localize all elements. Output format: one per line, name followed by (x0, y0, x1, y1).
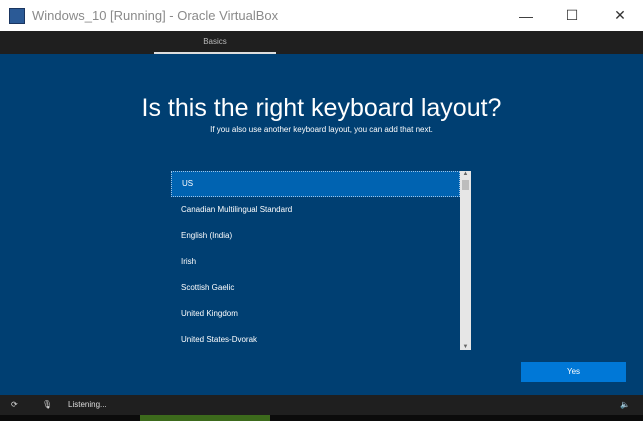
ease-of-access-icon[interactable]: ⟳ (11, 400, 18, 409)
list-item[interactable]: English (India) (171, 223, 460, 249)
close-button[interactable]: ✕ (597, 0, 643, 31)
listening-status: Listening... (68, 400, 107, 409)
list-item[interactable]: Irish (171, 249, 460, 275)
title-bar: Windows_10 [Running] - Oracle VirtualBox… (0, 0, 643, 31)
tab-basics[interactable]: Basics (154, 31, 276, 54)
yes-button[interactable]: Yes (521, 362, 626, 382)
list-item[interactable]: Scottish Gaelic (171, 275, 460, 301)
window-title: Windows_10 [Running] - Oracle VirtualBox (32, 8, 279, 23)
list-item-selected[interactable]: US (171, 171, 460, 197)
scroll-up-icon[interactable]: ▲ (460, 171, 471, 177)
list-item[interactable]: United States-Dvorak (171, 327, 460, 350)
volume-icon[interactable]: 🔈 (620, 400, 630, 409)
keyboard-layout-page: Is this the right keyboard layout? If yo… (0, 54, 643, 395)
microphone-icon[interactable]: 🎙 (42, 400, 52, 409)
page-title: Is this the right keyboard layout? (141, 94, 502, 122)
setup-tabs: Basics (0, 31, 643, 54)
list-scrollbar[interactable]: ▲ ▼ (460, 171, 471, 350)
oobe-status-bar: ⟳ 🎙 Listening... 🔈 (0, 395, 643, 415)
minimize-button[interactable]: — (503, 0, 549, 31)
virtualbox-app-icon (9, 7, 25, 24)
keyboard-layout-list[interactable]: US Canadian Multilingual Standard Englis… (171, 171, 471, 350)
maximize-button[interactable]: ☐ (549, 0, 595, 31)
page-subtitle: If you also use another keyboard layout,… (210, 125, 433, 134)
list-item[interactable]: United Kingdom (171, 301, 460, 327)
desktop-wallpaper (140, 415, 270, 421)
list-item[interactable]: Canadian Multilingual Standard (171, 197, 460, 223)
scrollbar-thumb[interactable] (462, 180, 469, 190)
scroll-down-icon[interactable]: ▼ (460, 344, 471, 350)
